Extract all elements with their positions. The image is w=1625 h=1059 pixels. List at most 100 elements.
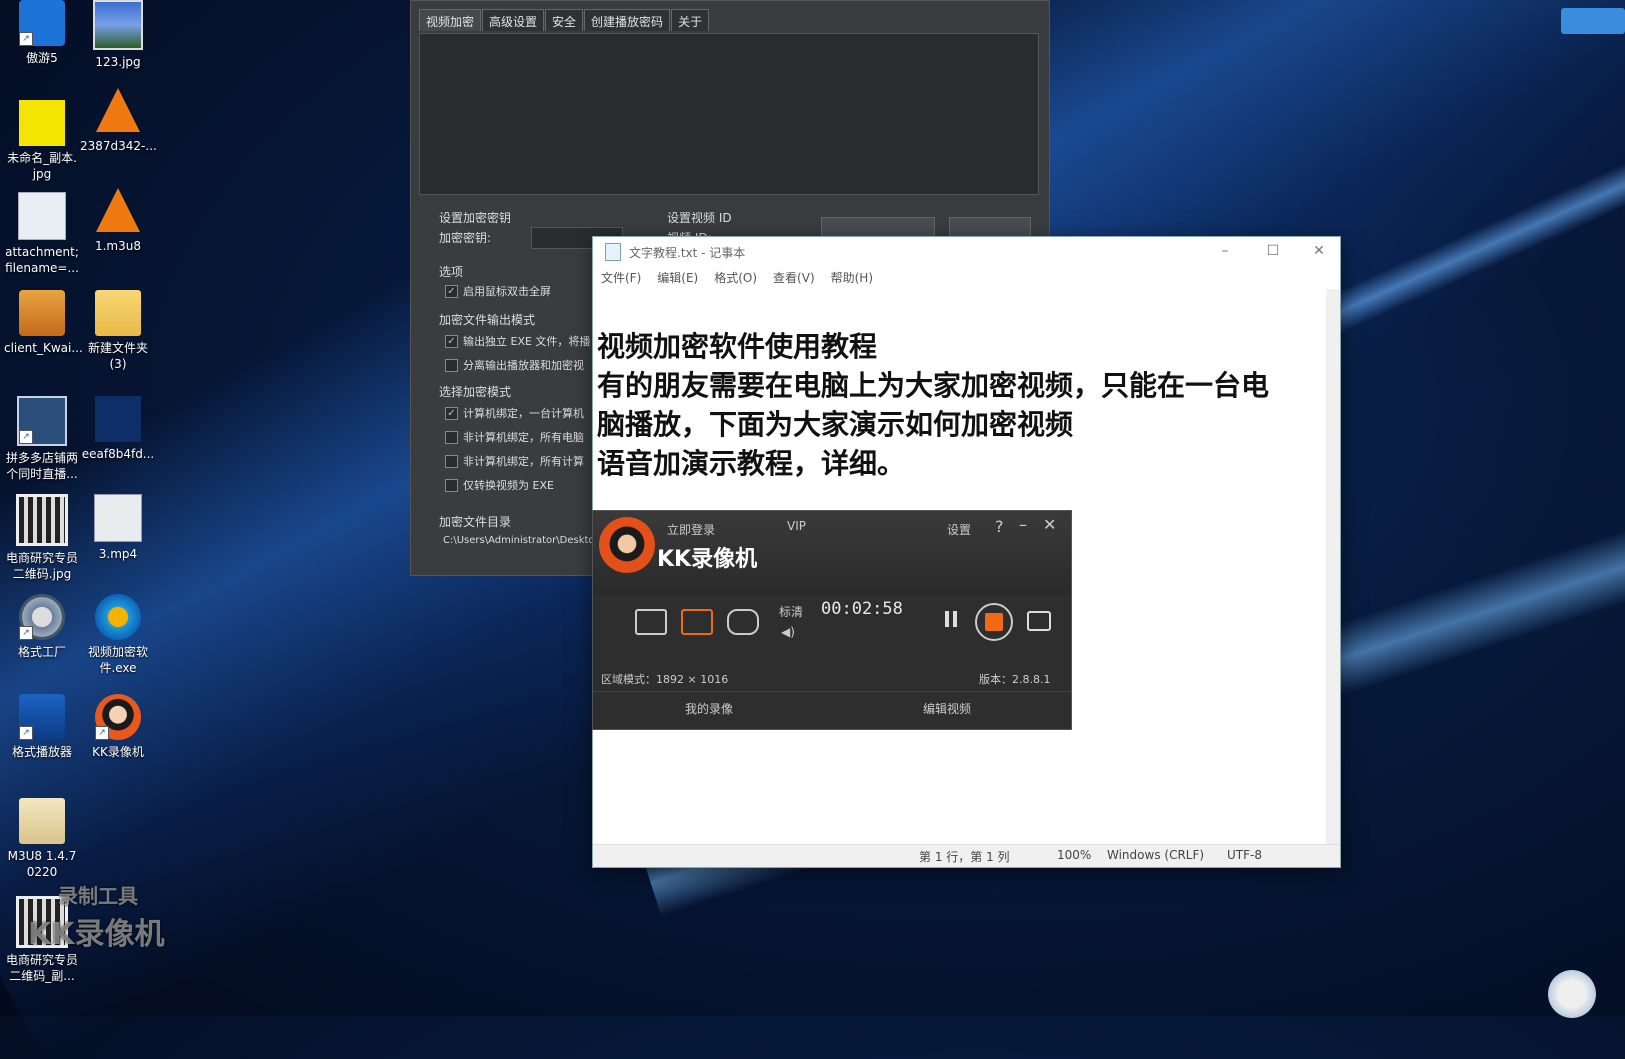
desktop-icon-format-player[interactable]: ↗ 格式播放器 <box>4 694 80 760</box>
line-ending: Windows (CRLF) <box>1107 848 1205 862</box>
menu-format[interactable]: 格式(O) <box>706 267 765 289</box>
maxthon-icon: ↗ <box>19 0 65 46</box>
app-icon: ↗ <box>17 396 67 446</box>
close-icon[interactable]: ✕ <box>1043 515 1056 534</box>
tab-create-play-password[interactable]: 创建播放密码 <box>584 9 671 31</box>
output-split-checkbox[interactable]: 分离输出播放器和加密视 <box>445 357 584 373</box>
output-dir-path[interactable]: C:\Users\Administrator\Deskto <box>443 535 595 546</box>
menu-view[interactable]: 查看(V) <box>765 267 823 289</box>
desktop-icon-2387d342[interactable]: 2387d342-... <box>80 88 157 154</box>
menu-help[interactable]: 帮助(H) <box>823 267 881 289</box>
file-icon <box>18 192 66 240</box>
file-list-panel[interactable] <box>419 33 1039 195</box>
desktop-icon-pdd-live[interactable]: ↗ 拼多多店铺两 个同时直播... <box>4 396 80 482</box>
screenshot-camera-icon[interactable] <box>1027 611 1051 631</box>
encrypt-app-icon <box>95 594 141 640</box>
kk-footer: 我的录像 编辑视频 <box>593 691 1071 730</box>
kk-recorder-window: KK录像机 立即登录 VIP 设置 ? – ✕ 标清 ◀) 00:02:58 区… <box>592 510 1072 730</box>
desktop-icon-1-m3u8[interactable]: 1.m3u8 <box>80 188 156 254</box>
tab-security[interactable]: 安全 <box>545 9 584 31</box>
kk-header: KK录像机 立即登录 VIP 设置 ? – ✕ <box>593 511 1071 595</box>
cursor-position: 第 1 行，第 1 列 <box>919 850 1010 864</box>
my-recordings-button[interactable]: 我的录像 <box>685 700 733 717</box>
minimize-icon[interactable]: – <box>1019 515 1027 534</box>
floating-assistant-icon[interactable] <box>1548 970 1596 1018</box>
recording-timer: 00:02:58 <box>821 599 903 619</box>
desktop-icon-new-folder-3[interactable]: 新建文件夹 (3) <box>80 290 156 372</box>
cloud-sync-widget[interactable] <box>1561 8 1625 34</box>
desktop-icon-qr-jpg[interactable]: 电商研究专员 二维码.jpg <box>4 494 80 582</box>
output-section-title: 加密文件输出模式 <box>439 313 536 327</box>
vlc-icon <box>96 188 140 232</box>
menu-edit[interactable]: 编辑(E) <box>649 267 706 289</box>
desktop-icon-123-jpg[interactable]: 123.jpg <box>80 0 156 70</box>
desktop-icon-3-mp4[interactable]: 3.mp4 <box>80 494 156 562</box>
notepad-text-area[interactable]: 视频加密软件使用教程 有的朋友需要在电脑上为大家加密视频，只能在一台电 脑播放，… <box>597 327 1297 483</box>
mode-section-title: 选择加密模式 <box>439 385 512 399</box>
text-line: 语音加演示教程，详细。 <box>597 447 906 480</box>
desktop-icon-attachment[interactable]: attachment; filename=... <box>4 192 80 276</box>
options-section-title: 选项 <box>439 265 464 279</box>
mode-icons <box>635 609 773 635</box>
desktop-icon-unnamed-copy-jpg[interactable]: 未命名_副本. jpg <box>4 100 80 182</box>
desktop-icon-maxthon[interactable]: ↗ 傲游5 <box>4 0 80 66</box>
desktop-icon-format-factory[interactable]: ↗ 格式工厂 <box>4 594 80 660</box>
region-mode-info: 区域模式：1892 × 1016 <box>601 673 729 686</box>
notepad-menubar: 文件(F) 编辑(E) 格式(O) 查看(V) 帮助(H) <box>593 267 1340 289</box>
tab-video-encrypt[interactable]: 视频加密 <box>419 9 482 31</box>
maximize-icon[interactable]: ☐ <box>1258 243 1288 259</box>
recorder-watermark: 录制工具 KK录像机 <box>28 884 165 952</box>
volume-icon[interactable]: ◀) <box>781 625 795 639</box>
folder-icon <box>95 290 141 336</box>
fullscreen-mode-icon[interactable] <box>635 609 667 635</box>
mode-unbound-all-pc-checkbox[interactable]: 非计算机绑定，所有电脑 <box>445 429 584 445</box>
notepad-document-icon <box>605 243 621 261</box>
key-label: 加密密钥: <box>439 231 492 245</box>
vip-badge[interactable]: VIP <box>787 519 806 533</box>
output-exe-checkbox[interactable]: ✓ 输出独立 EXE 文件，将播 <box>445 333 590 349</box>
kk-recorder-icon: ↗ <box>95 694 141 740</box>
text-line: 有的朋友需要在电脑上为大家加密视频，只能在一台电 <box>597 369 1270 402</box>
notepad-title: 文字教程.txt - 记事本 <box>629 245 746 260</box>
mode-unbound-all-computers-checkbox[interactable]: 非计算机绑定，所有计算 <box>445 453 584 469</box>
image-icon <box>19 100 65 146</box>
desktop-icon-m3u8-folder[interactable]: M3U8 1.4.7 0220 <box>4 798 80 880</box>
edit-video-button[interactable]: 编辑视频 <box>923 700 971 717</box>
minimize-icon[interactable]: – <box>1210 243 1240 259</box>
fullscreen-checkbox[interactable]: ✓ 启用鼠标双击全屏 <box>445 283 551 299</box>
encoding: UTF-8 <box>1227 848 1262 862</box>
game-mode-icon[interactable] <box>727 609 759 635</box>
encrypt-tabs: 视频加密 高级设置 安全 创建播放密码 关于 <box>419 9 710 31</box>
vertical-scrollbar[interactable] <box>1326 289 1340 845</box>
help-icon[interactable]: ? <box>995 517 1004 536</box>
dir-section-title: 加密文件目录 <box>439 515 512 529</box>
menu-file[interactable]: 文件(F) <box>593 267 649 289</box>
desktop-icon-eeaf8b4fd[interactable]: eeaf8b4fd... <box>80 396 156 462</box>
text-line: 视频加密软件使用教程 <box>597 330 878 363</box>
region-mode-icon[interactable] <box>681 609 713 635</box>
desktop-icon-client-kwai[interactable]: client_Kwai... <box>4 290 83 356</box>
stop-record-button[interactable] <box>975 603 1013 641</box>
format-factory-icon: ↗ <box>19 594 65 640</box>
desktop-icon-video-encrypt-exe[interactable]: 视频加密软 件.exe <box>80 594 156 676</box>
pause-icon[interactable] <box>945 611 957 627</box>
video-file-icon <box>94 494 142 542</box>
login-link[interactable]: 立即登录 <box>667 521 715 538</box>
mode-convert-exe-checkbox[interactable]: 仅转换视频为 EXE <box>445 477 554 493</box>
video-id-section-title: 设置视频 ID <box>667 211 732 225</box>
version-info: 版本：2.8.8.1 <box>979 673 1051 686</box>
tab-advanced-settings[interactable]: 高级设置 <box>482 9 545 31</box>
quality-selector[interactable]: 标清 <box>779 603 803 620</box>
kk-brand-title: KK录像机 <box>657 547 758 572</box>
file-icon <box>95 396 141 442</box>
archive-icon <box>19 290 65 336</box>
vlc-icon <box>96 88 140 132</box>
text-line: 脑播放，下面为大家演示如何加密视频 <box>597 408 1074 441</box>
player-icon: ↗ <box>19 694 65 740</box>
close-icon[interactable]: ✕ <box>1304 243 1334 259</box>
zoom-level: 100% <box>1057 848 1092 862</box>
mode-bind-computer-checkbox[interactable]: ✓ 计算机绑定，一台计算机 <box>445 405 584 421</box>
tab-about[interactable]: 关于 <box>671 9 710 31</box>
settings-link[interactable]: 设置 <box>947 521 971 538</box>
desktop-icon-kk-recorder[interactable]: ↗ KK录像机 <box>80 694 156 760</box>
